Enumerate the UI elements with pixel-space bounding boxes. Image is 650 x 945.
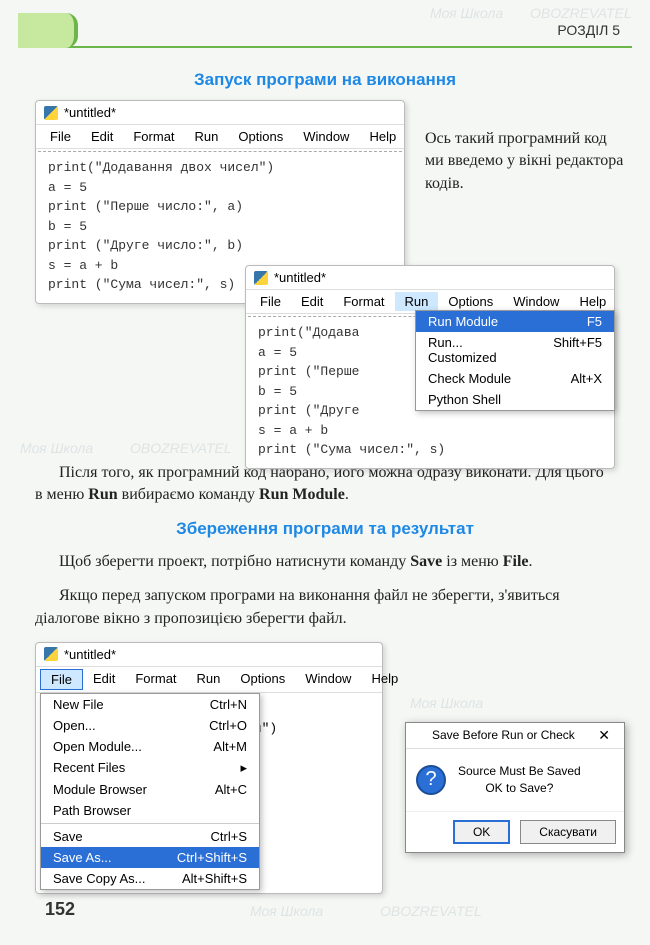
menu-edit[interactable]: Edit: [291, 292, 333, 311]
menubar[interactable]: File Edit Format Run Options Window Help: [36, 667, 382, 693]
window-title-text: *untitled*: [64, 647, 116, 662]
dialog-buttons: OK Скасувати: [406, 811, 624, 852]
python-icon: [254, 271, 268, 285]
menu-window[interactable]: Window: [295, 669, 361, 690]
save-dialog: Save Before Run or Check ✕ ? Source Must…: [405, 722, 625, 853]
watermark: Моя Школа: [250, 903, 323, 919]
menu-item-check-module[interactable]: Check Module Alt+X: [416, 368, 614, 389]
paragraph-save: Щоб зберегти проект, потрібно натиснути …: [35, 551, 615, 573]
dialog-body: ? Source Must Be Saved OK to Save?: [406, 749, 624, 811]
question-icon: ?: [416, 765, 446, 795]
menu-item-new-file[interactable]: New FileCtrl+N: [41, 694, 259, 715]
section-label: РОЗДІЛ 5: [557, 22, 620, 38]
window-titlebar: *untitled*: [246, 266, 614, 290]
editor-window-3: *untitled* File Edit Format Run Options …: [35, 642, 383, 894]
side-note: Ось такий програмний код ми введемо у ві…: [425, 128, 625, 195]
menu-item-open-module[interactable]: Open Module...Alt+M: [41, 736, 259, 757]
menu-run[interactable]: Run: [395, 292, 439, 311]
paragraph-run: Після того, як програмний код набрано, й…: [35, 462, 615, 507]
watermark: OBOZREVATEL: [380, 903, 482, 919]
menu-item-save[interactable]: SaveCtrl+S: [41, 826, 259, 847]
menu-edit[interactable]: Edit: [81, 127, 123, 146]
menu-edit[interactable]: Edit: [83, 669, 125, 690]
run-menu-dropdown[interactable]: Run Module F5 Run... Customized Shift+F5…: [415, 310, 615, 411]
window-titlebar: *untitled*: [36, 643, 382, 667]
page-number: 152: [45, 899, 75, 920]
header-tab: [18, 13, 78, 48]
ok-button[interactable]: OK: [453, 820, 510, 844]
menu-help[interactable]: Help: [359, 127, 406, 146]
menu-format[interactable]: Format: [333, 292, 394, 311]
menu-window[interactable]: Window: [293, 127, 359, 146]
menu-file[interactable]: File: [250, 292, 291, 311]
python-icon: [44, 106, 58, 120]
menu-item-open[interactable]: Open...Ctrl+O: [41, 715, 259, 736]
menu-item-module-browser[interactable]: Module BrowserAlt+C: [41, 779, 259, 800]
menu-item-save-as[interactable]: Save As...Ctrl+Shift+S: [41, 847, 259, 868]
menu-options[interactable]: Options: [438, 292, 503, 311]
dialog-title-text: Save Before Run or Check: [432, 728, 575, 742]
paragraph-dialog-note: Якщо перед запуском програми на виконанн…: [35, 585, 615, 630]
menu-run[interactable]: Run: [187, 669, 231, 690]
cancel-button[interactable]: Скасувати: [520, 820, 616, 844]
menu-format[interactable]: Format: [125, 669, 186, 690]
menu-separator: [41, 823, 259, 824]
menu-run[interactable]: Run: [185, 127, 229, 146]
menu-window[interactable]: Window: [503, 292, 569, 311]
menu-item-path-browser[interactable]: Path Browser: [41, 800, 259, 821]
menubar[interactable]: File Edit Format Run Options Window Help: [36, 125, 404, 149]
menu-options[interactable]: Options: [230, 669, 295, 690]
menu-file[interactable]: File: [40, 127, 81, 146]
menu-file[interactable]: File: [40, 669, 83, 690]
window-titlebar: *untitled*: [36, 101, 404, 125]
dialog-line1: Source Must Be Saved: [458, 763, 581, 780]
heading-launch: Запуск програми на виконання: [35, 70, 615, 90]
menu-item-run-module[interactable]: Run Module F5: [416, 311, 614, 332]
window-title-text: *untitled*: [64, 105, 116, 120]
dialog-line2: OK to Save?: [458, 780, 581, 797]
menu-item-recent-files[interactable]: Recent Files▸: [41, 757, 259, 779]
python-icon: [44, 647, 58, 661]
menu-options[interactable]: Options: [228, 127, 293, 146]
menu-help[interactable]: Help: [361, 669, 408, 690]
header-bar: [18, 18, 632, 48]
heading-save: Збереження програми та результат: [35, 519, 615, 539]
menu-help[interactable]: Help: [569, 292, 616, 311]
window-title-text: *untitled*: [274, 270, 326, 285]
dialog-titlebar: Save Before Run or Check ✕: [406, 723, 624, 749]
file-menu-dropdown[interactable]: New FileCtrl+N Open...Ctrl+O Open Module…: [40, 693, 260, 890]
python-icon: [414, 729, 426, 741]
menu-format[interactable]: Format: [123, 127, 184, 146]
close-icon[interactable]: ✕: [592, 727, 616, 744]
menu-item-save-copy-as[interactable]: Save Copy As...Alt+Shift+S: [41, 868, 259, 889]
menu-item-python-shell[interactable]: Python Shell: [416, 389, 614, 410]
menu-item-run-customized[interactable]: Run... Customized Shift+F5: [416, 332, 614, 368]
